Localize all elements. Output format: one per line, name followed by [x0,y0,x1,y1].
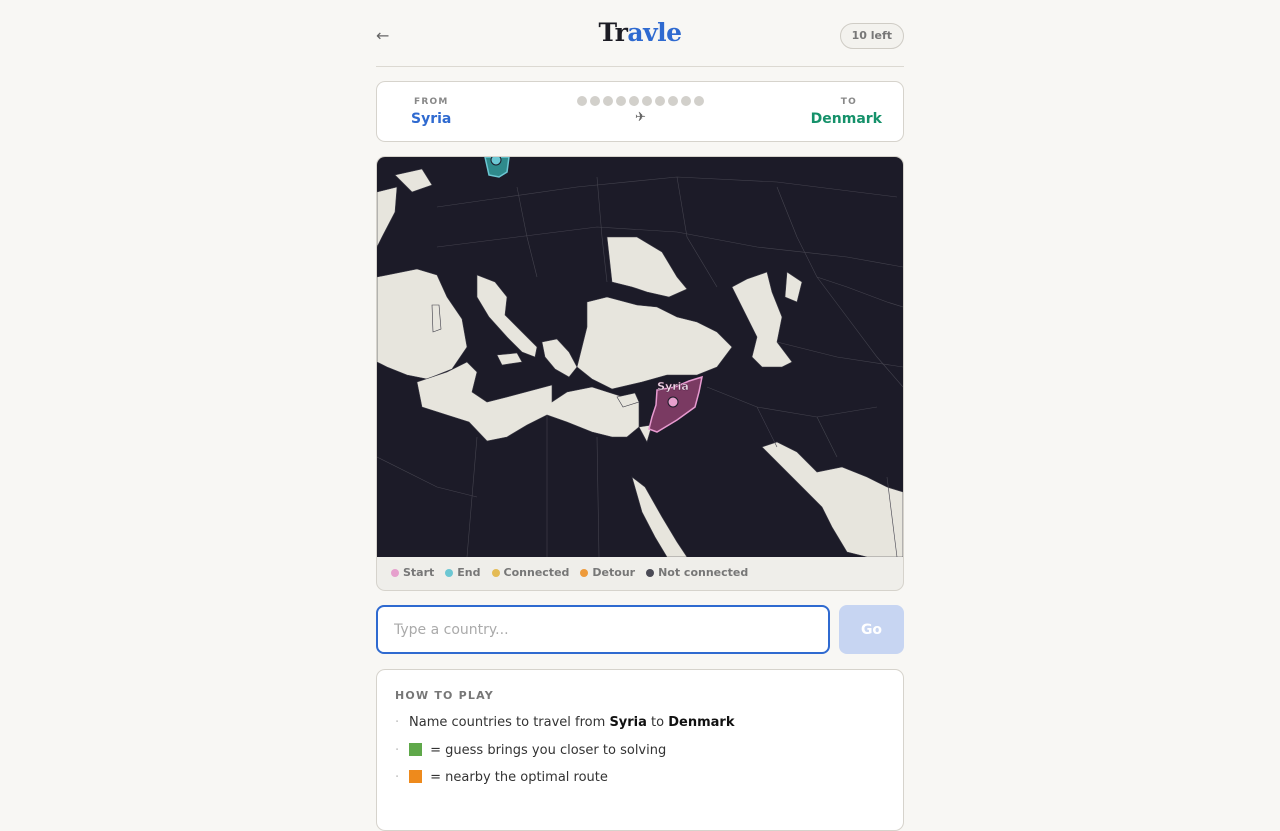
guess-slot-dot [590,96,600,106]
legend-item: Start [391,566,434,579]
guess-slot-dot [668,96,678,106]
guess-progress-dots [577,96,704,106]
guess-slot-dot [629,96,639,106]
how-to-play-list: Name countries to travel from Syria to D… [395,715,735,798]
guesses-left-badge: 10 left [839,23,904,49]
legend-label: Detour [592,566,636,579]
legend-swatch-icon [391,568,399,577]
guess-slot-dot [577,96,587,106]
legend-item: Not connected [646,566,748,579]
start-marker-icon [667,396,679,408]
app-column: ← Travle 10 left FROM Syria ✈ TO Denmark [376,0,904,831]
how-to-play-title: HOW TO PLAY [395,689,494,702]
legend-swatch-icon [491,568,500,577]
guess-slot-dot [603,96,613,106]
logo-part-1: Tr [598,18,628,47]
guess-slot-dot [642,96,652,106]
guess-slot-dot [616,96,626,106]
legend-label: End [457,566,481,579]
green-square-icon [409,742,422,756]
country-guess-input[interactable] [376,605,830,654]
map-legend: Start End Connected Detour Not connected [391,566,748,579]
legend-swatch-icon [646,568,655,577]
legend-item: Detour [580,566,635,579]
route-card: FROM Syria ✈ TO Denmark [376,81,904,142]
legend-label: Start [403,566,435,579]
list-item: = guess brings you closer to solving [395,742,735,771]
from-country: Syria [411,111,452,127]
legend-label: Not connected [658,566,749,579]
from-country-name: Syria [609,715,647,730]
start-country-label: Syria [657,380,689,393]
list-item: = nearby the optimal route [395,770,735,798]
list-item: Name countries to travel from Syria to D… [395,715,735,743]
logo: Travle [376,18,904,47]
legend-item: Connected [491,566,570,579]
to-label: TO [840,97,857,107]
legend-label: Connected [503,566,570,579]
logo-part-2: avle [627,18,682,47]
from-label: FROM [414,97,449,107]
to-country-name: Denmark [668,715,735,730]
go-button[interactable]: Go [839,605,904,654]
header: ← Travle 10 left [376,0,904,67]
legend-item: End [445,566,481,579]
guess-slot-dot [681,96,691,106]
legend-swatch-icon [580,568,589,577]
orange-square-icon [409,770,422,783]
plane-icon: ✈ [635,110,646,125]
guess-slot-dot [655,96,665,106]
map[interactable]: Syria [377,157,903,557]
to-country: Denmark [810,111,882,127]
how-to-play-card: HOW TO PLAY Name countries to travel fro… [376,669,904,831]
legend-swatch-icon [445,568,454,577]
map-card: Syria Start End Connected Detour Not connect… [376,156,904,591]
guess-slot-dot [694,96,704,106]
